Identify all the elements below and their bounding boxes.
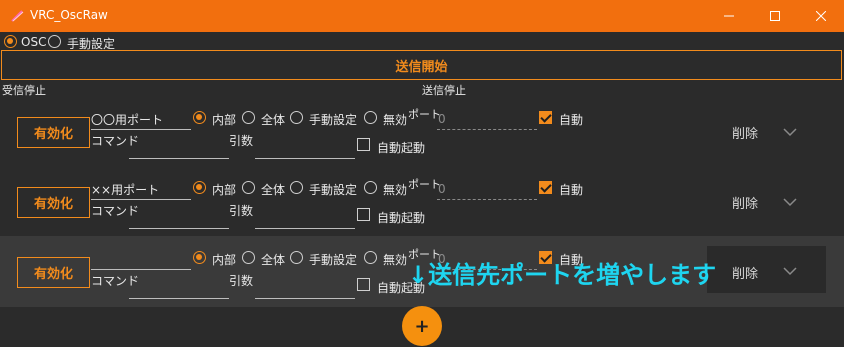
target-internal-label: 内部 <box>212 253 237 267</box>
target-manual-radio[interactable] <box>290 251 303 264</box>
close-icon <box>816 11 826 21</box>
auto-label: 自動 <box>559 113 584 127</box>
args-label: 引数 <box>229 274 254 288</box>
title-bar: VRC_OscRaw <box>0 0 844 32</box>
delete-button[interactable]: 削除 <box>732 123 758 142</box>
command-input[interactable] <box>129 158 229 159</box>
delete-button-hover[interactable] <box>707 246 826 293</box>
target-disabled-radio[interactable] <box>364 111 377 124</box>
target-disabled-radio[interactable] <box>364 181 377 194</box>
target-all-radio[interactable] <box>242 251 255 264</box>
add-row-button[interactable]: + <box>402 306 442 346</box>
port-name-underline <box>91 129 191 130</box>
close-button[interactable] <box>798 0 844 32</box>
port-input[interactable]: 0 <box>438 182 446 196</box>
port-input[interactable]: 0 <box>438 112 446 126</box>
app-icon <box>11 10 24 22</box>
enable-button[interactable]: 有効化 <box>17 187 90 218</box>
command-input[interactable] <box>129 228 229 229</box>
port-name-input[interactable]: 〇〇用ポート <box>91 111 163 128</box>
chevron-down-icon[interactable] <box>783 127 797 137</box>
target-internal-radio[interactable] <box>193 181 206 194</box>
target-manual-label: 手動設定 <box>309 113 358 127</box>
target-all-label: 全体 <box>261 113 286 127</box>
port-name-underline <box>91 199 191 200</box>
target-manual-radio[interactable] <box>290 111 303 124</box>
enable-button[interactable]: 有効化 <box>17 117 90 148</box>
target-disabled-label: 無効 <box>383 113 408 127</box>
chevron-down-icon[interactable] <box>783 266 797 276</box>
target-internal-label: 内部 <box>212 113 237 127</box>
annotation-text: ↓送信先ポートを増やします <box>408 261 717 289</box>
args-input[interactable] <box>255 298 355 299</box>
autostart-checkbox[interactable] <box>357 208 370 221</box>
window-title: VRC_OscRaw <box>30 8 108 22</box>
port-label: ポート <box>408 178 441 191</box>
mode-osc-radio[interactable] <box>4 35 17 48</box>
command-label: コマンド <box>91 134 140 148</box>
target-disabled-radio[interactable] <box>364 251 377 264</box>
maximize-icon <box>770 11 780 21</box>
port-name-input[interactable]: ××用ポート <box>91 181 159 198</box>
target-all-label: 全体 <box>261 183 286 197</box>
delete-button[interactable]: 削除 <box>732 193 758 212</box>
mode-selector: OSC 手動設定 <box>0 33 844 51</box>
start-sending-button[interactable]: 送信開始 <box>1 50 842 80</box>
chevron-down-icon[interactable] <box>783 197 797 207</box>
args-label: 引数 <box>229 204 254 218</box>
port-label: ポート <box>408 108 441 121</box>
delete-button[interactable]: 削除 <box>732 263 758 282</box>
autostart-label: 自動起動 <box>377 141 426 155</box>
target-disabled-label: 無効 <box>383 183 408 197</box>
command-input[interactable] <box>129 298 229 299</box>
port-name-underline <box>91 269 191 270</box>
target-internal-radio[interactable] <box>193 251 206 264</box>
args-input[interactable] <box>255 158 355 159</box>
auto-checkbox[interactable] <box>539 181 552 194</box>
target-manual-label: 手動設定 <box>309 183 358 197</box>
minimize-icon <box>724 15 734 17</box>
args-input[interactable] <box>255 228 355 229</box>
target-manual-radio[interactable] <box>290 181 303 194</box>
maximize-button[interactable] <box>752 0 798 32</box>
target-all-label: 全体 <box>261 253 286 267</box>
port-row: 有効化 〇〇用ポート コマンド 内部 全体 手動設定 無効 ポート 0 引数 自… <box>0 96 844 167</box>
auto-checkbox[interactable] <box>539 111 552 124</box>
target-disabled-label: 無効 <box>383 253 408 267</box>
command-label: コマンド <box>91 274 140 288</box>
command-label: コマンド <box>91 204 140 218</box>
port-input-underline <box>437 199 537 200</box>
mode-osc-label: OSC <box>21 35 47 49</box>
target-internal-radio[interactable] <box>193 111 206 124</box>
autostart-label: 自動起動 <box>377 211 426 225</box>
port-input-underline <box>437 129 537 130</box>
autostart-checkbox[interactable] <box>357 138 370 151</box>
mode-manual-radio[interactable] <box>48 35 61 48</box>
autostart-checkbox[interactable] <box>357 278 370 291</box>
target-all-radio[interactable] <box>242 111 255 124</box>
enable-button[interactable]: 有効化 <box>17 257 90 288</box>
minimize-button[interactable] <box>706 0 752 32</box>
target-internal-label: 内部 <box>212 183 237 197</box>
port-row: 有効化 ××用ポート コマンド 内部 全体 手動設定 無効 ポート 0 引数 自… <box>0 166 844 237</box>
target-all-radio[interactable] <box>242 181 255 194</box>
auto-label: 自動 <box>559 183 584 197</box>
target-manual-label: 手動設定 <box>309 253 358 267</box>
args-label: 引数 <box>229 134 254 148</box>
